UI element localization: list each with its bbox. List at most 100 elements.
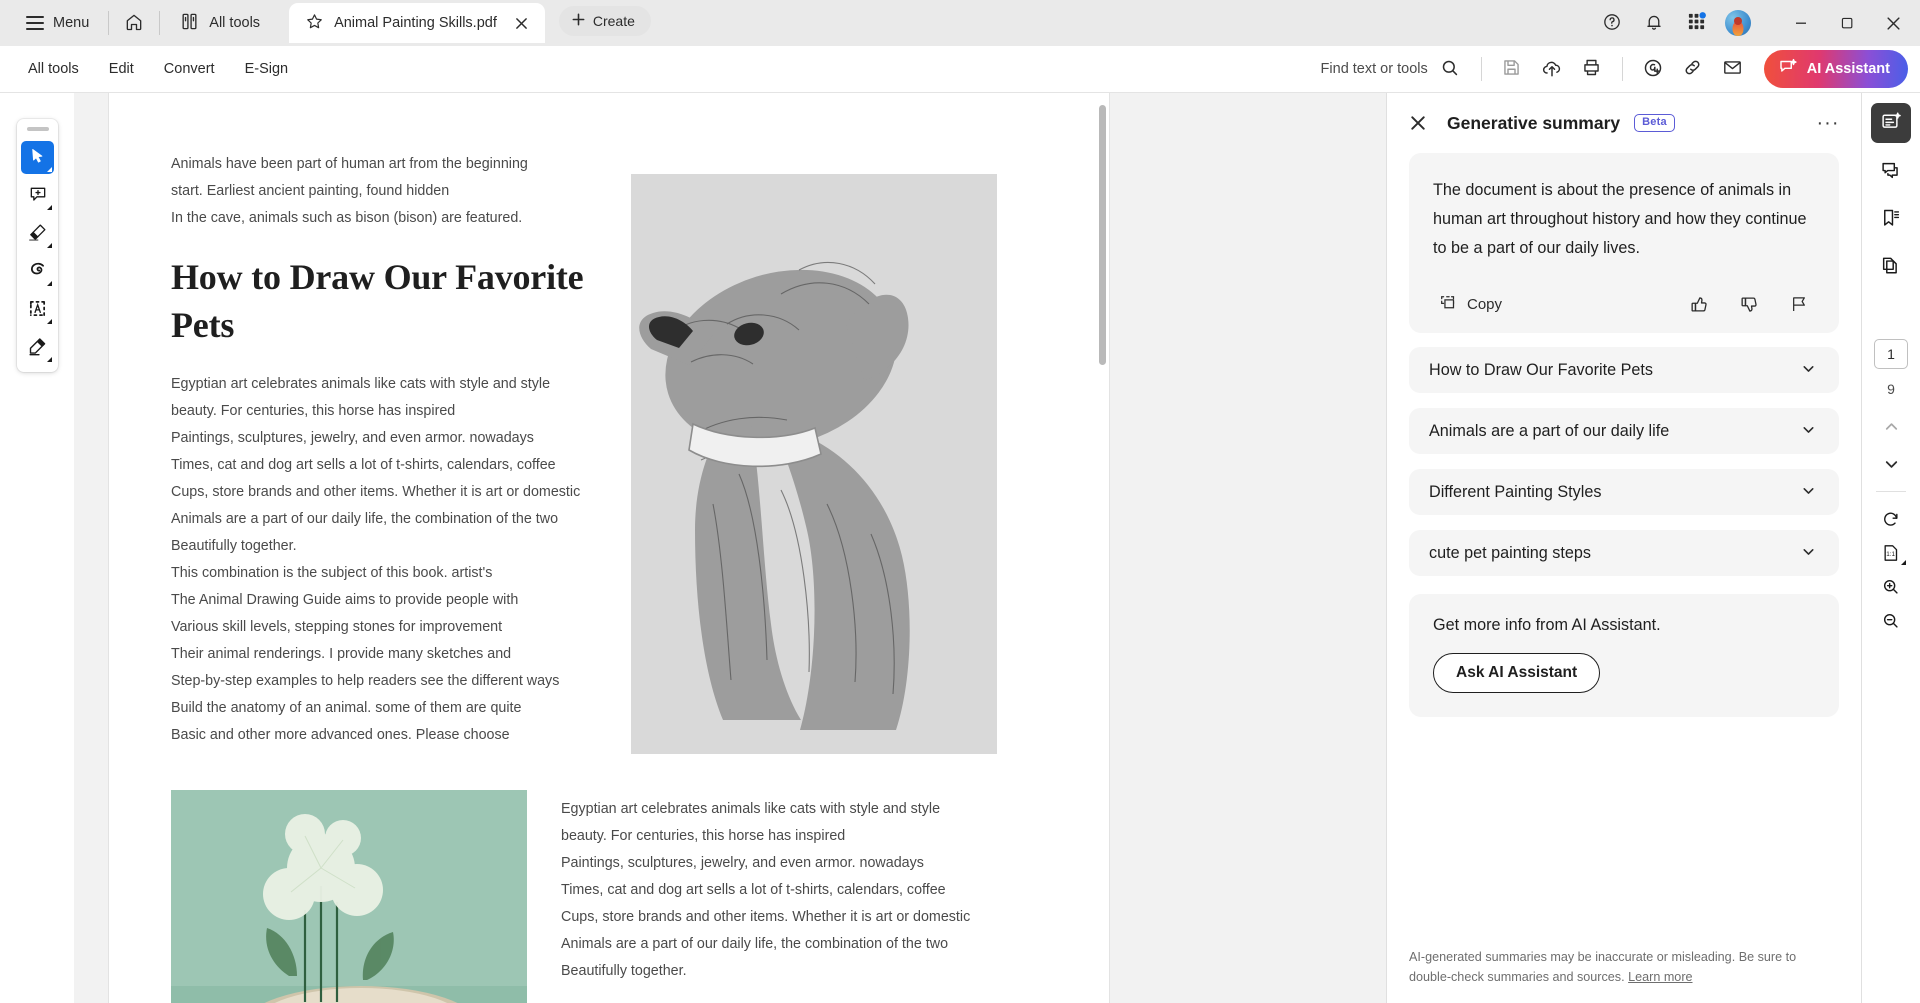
- chevron-expand-icon: [47, 205, 52, 210]
- dog-illustration-wrapper: [631, 174, 997, 754]
- close-window-button[interactable]: [1870, 0, 1916, 46]
- ask-ai-assistant-button[interactable]: Ask AI Assistant: [1433, 653, 1601, 693]
- ai-disclaimer: AI-generated summaries may be inaccurate…: [1387, 947, 1861, 1003]
- rotate-button[interactable]: [1871, 502, 1911, 536]
- document-body-paragraph: Egyptian art celebrates animals like cat…: [171, 371, 601, 749]
- home-button[interactable]: [116, 6, 152, 40]
- scrollbar-thumb[interactable]: [1099, 105, 1106, 365]
- summary-section-1[interactable]: Animals are a part of our daily life: [1409, 408, 1839, 454]
- beta-badge: Beta: [1634, 114, 1675, 132]
- menu-item-edit[interactable]: Edit: [95, 54, 148, 84]
- ai-assistant-label: AI Assistant: [1806, 61, 1890, 77]
- zoom-in-button[interactable]: [1871, 570, 1911, 604]
- create-button[interactable]: Create: [558, 6, 651, 36]
- doc-line: Step-by-step examples to help readers se…: [171, 673, 560, 689]
- chevron-expand-icon: [47, 319, 52, 324]
- account-avatar-button[interactable]: [1720, 6, 1756, 40]
- current-page-input[interactable]: 1: [1874, 339, 1908, 369]
- doc-line: Various skill levels, stepping stones fo…: [171, 619, 503, 635]
- workspace: Animals have been part of human art from…: [0, 93, 1920, 1003]
- doc-line: In the cave, animals such as bison (biso…: [171, 210, 523, 226]
- text-box-tool-button[interactable]: [21, 293, 54, 326]
- rotate-clockwise-icon: [1884, 512, 1898, 526]
- drag-handle[interactable]: [26, 127, 49, 131]
- document-scrollbar[interactable]: [1098, 101, 1107, 1003]
- thumbs-down-button[interactable]: [1737, 292, 1761, 316]
- section-label: Different Painting Styles: [1429, 482, 1602, 501]
- divider: [1876, 491, 1906, 492]
- thumbs-up-button[interactable]: [1687, 292, 1711, 316]
- chevron-down-icon: [1800, 543, 1817, 563]
- all-tools-button[interactable]: All tools: [167, 6, 273, 40]
- apps-button[interactable]: [1678, 6, 1714, 40]
- star-icon[interactable]: [305, 12, 324, 34]
- upload-to-cloud-button[interactable]: [1533, 52, 1571, 86]
- tab-close-button[interactable]: [511, 12, 533, 34]
- doc-line: The Animal Drawing Guide aims to provide…: [171, 592, 519, 608]
- doc-line: Times, cat and dog art sells a lot of t-…: [171, 457, 556, 473]
- select-tool-button[interactable]: [21, 141, 54, 174]
- generative-summary-rail-button[interactable]: [1871, 103, 1911, 143]
- next-page-button[interactable]: [1871, 447, 1911, 481]
- menu-item-convert[interactable]: Convert: [150, 54, 229, 84]
- draw-tool-button[interactable]: [21, 255, 54, 288]
- menu-item-esign[interactable]: E-Sign: [231, 54, 303, 84]
- toolbar-menu-items: All tools Edit Convert E-Sign: [0, 54, 302, 84]
- print-button[interactable]: [1573, 52, 1611, 86]
- minimize-button[interactable]: [1778, 0, 1824, 46]
- highlight-tool-button[interactable]: [21, 217, 54, 250]
- find-input[interactable]: Find text or tools: [1313, 53, 1470, 86]
- restore-window-icon: [1841, 17, 1852, 28]
- minimize-icon: [1796, 22, 1806, 24]
- chevron-expand-icon: [47, 167, 52, 172]
- summary-section-0[interactable]: How to Draw Our Favorite Pets: [1409, 347, 1839, 393]
- summary-section-3[interactable]: cute pet painting steps: [1409, 530, 1839, 576]
- plant-photo-image: [171, 790, 527, 1003]
- section-label: Animals are a part of our daily life: [1429, 421, 1670, 440]
- acrobat-window: Menu All tools Animal Painting Skills.pd…: [0, 0, 1920, 1003]
- document-tab[interactable]: Animal Painting Skills.pdf: [289, 3, 545, 43]
- document-right-column: Egyptian art celebrates animals like cat…: [561, 790, 991, 1003]
- help-button[interactable]: [1594, 6, 1630, 40]
- learn-more-link[interactable]: Learn more: [1628, 970, 1692, 984]
- notifications-button[interactable]: [1636, 6, 1672, 40]
- doc-line: Basic and other more advanced ones. Plea…: [171, 727, 510, 743]
- summary-section-2[interactable]: Different Painting Styles: [1409, 469, 1839, 515]
- previous-page-button[interactable]: [1871, 409, 1911, 443]
- panel-body: The document is about the presence of an…: [1387, 153, 1861, 947]
- doc-line: Build the anatomy of an animal. some of …: [171, 700, 522, 716]
- panel-header: Generative summary Beta ···: [1387, 93, 1861, 153]
- ai-assistant-button[interactable]: AI Assistant: [1763, 50, 1908, 88]
- highlighter-pen-icon: [27, 222, 48, 246]
- request-signature-button[interactable]: [1634, 52, 1672, 86]
- report-button[interactable]: [1787, 292, 1811, 316]
- save-button[interactable]: [1493, 52, 1531, 86]
- page-thumbnails-rail-button[interactable]: [1871, 247, 1911, 287]
- share-link-button[interactable]: [1674, 52, 1712, 86]
- doc-line: Paintings, sculptures, jewelry, and even…: [561, 855, 924, 871]
- add-comment-tool-button[interactable]: [21, 179, 54, 212]
- document-viewport[interactable]: Animals have been part of human art from…: [74, 93, 1386, 1003]
- zoom-out-button[interactable]: [1871, 604, 1911, 638]
- stamp-tool-button[interactable]: [21, 331, 54, 364]
- copy-button[interactable]: Copy: [1433, 289, 1508, 319]
- generative-summary-panel: Generative summary Beta ··· The document…: [1386, 93, 1861, 1003]
- dog-sketch-image: [631, 174, 997, 754]
- doc-line: Egyptian art celebrates animals like cat…: [171, 376, 551, 392]
- panel-more-options-button[interactable]: ···: [1813, 108, 1843, 138]
- email-button[interactable]: [1714, 52, 1752, 86]
- comments-rail-button[interactable]: [1871, 151, 1911, 191]
- panel-close-button[interactable]: [1403, 108, 1433, 138]
- left-tool-rail: [0, 93, 74, 1003]
- menu-item-all-tools[interactable]: All tools: [14, 54, 93, 84]
- actual-size-button[interactable]: 1:1: [1871, 536, 1911, 570]
- maximize-button[interactable]: [1824, 0, 1870, 46]
- add-comment-icon: [28, 184, 48, 207]
- help-circle-icon: [1602, 12, 1622, 35]
- doc-line: beauty. For centuries, this horse has in…: [171, 403, 456, 419]
- chevron-down-icon: [1800, 421, 1817, 441]
- doc-line: Beautifully together.: [561, 963, 687, 979]
- page-content: Animals have been part of human art from…: [109, 93, 1109, 1003]
- menu-button[interactable]: Menu: [14, 9, 101, 37]
- bookmarks-rail-button[interactable]: [1871, 199, 1911, 239]
